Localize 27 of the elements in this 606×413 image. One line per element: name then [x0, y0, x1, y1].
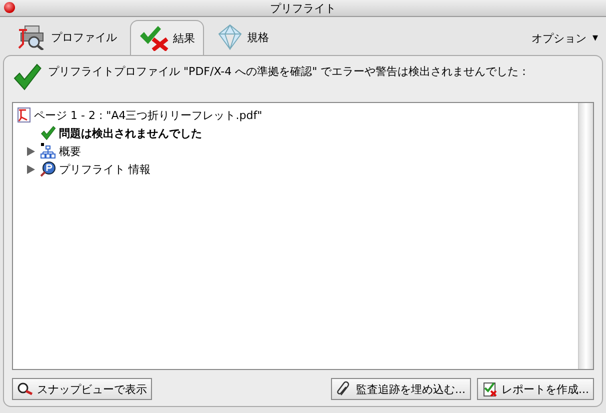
magnifier-p-icon	[40, 161, 56, 177]
result-message: プリフライトプロファイル "PDF/X-4 への準拠を確認" でエラーや警告は検出されませんでした：	[48, 64, 530, 79]
tab[interactable]: 結果	[130, 20, 204, 55]
checkmark-icon	[12, 62, 42, 92]
expander-icon[interactable]	[27, 164, 35, 174]
checkmark-icon	[40, 125, 56, 141]
tab[interactable]: プロファイル	[8, 19, 126, 55]
close-icon[interactable]	[4, 2, 15, 13]
tab[interactable]: 規格	[208, 19, 278, 55]
scrollbar[interactable]	[578, 103, 593, 369]
tree-item-label[interactable]: 問題は検出されませんでした	[59, 126, 202, 140]
tree-item-label[interactable]: ページ 1 - 2 : "A4三つ折りリーフレット.pdf"	[34, 108, 262, 122]
action-button[interactable]: 監査追跡を埋め込む...	[331, 378, 470, 400]
pdf-file-icon	[17, 107, 31, 123]
expander-icon[interactable]	[27, 146, 35, 156]
tree-item-label[interactable]: 概要	[59, 144, 81, 158]
check-cross-icon	[139, 25, 169, 51]
magnifier-icon	[17, 382, 33, 396]
window-title: プリフライト	[270, 0, 336, 16]
diamond-icon	[217, 24, 243, 50]
paperclip-icon	[336, 381, 352, 397]
tree-item-label[interactable]: プリフライト 情報	[59, 162, 150, 176]
hierarchy-icon	[40, 143, 56, 159]
options-menu[interactable]: オプション ▾	[531, 26, 598, 46]
report-check-icon	[482, 381, 498, 397]
snap-view-button[interactable]: スナップビューで表示	[12, 378, 152, 400]
action-button[interactable]: レポートを作成...	[476, 378, 594, 400]
